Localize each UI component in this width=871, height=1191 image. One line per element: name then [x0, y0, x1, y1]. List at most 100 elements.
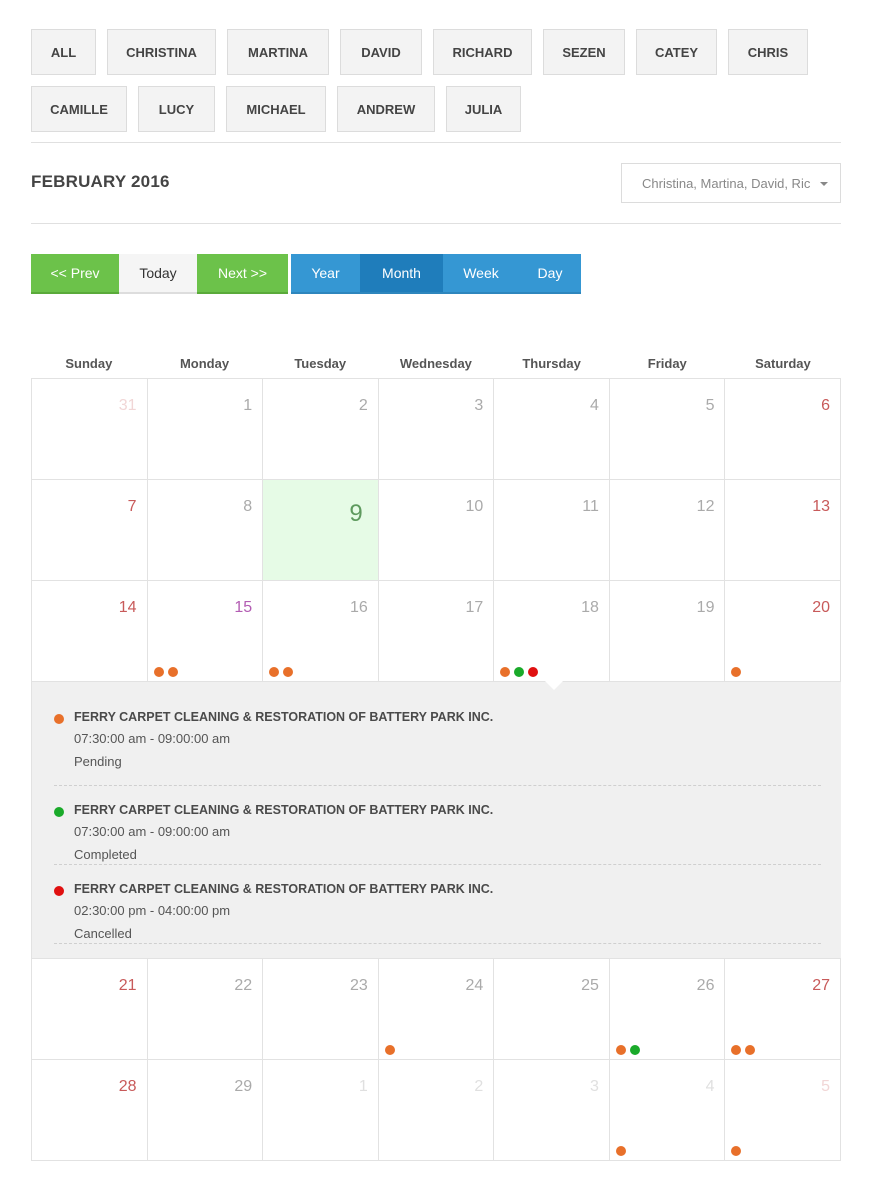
day-cell[interactable]: 2 [263, 379, 379, 480]
event-completed-dot[interactable] [629, 1045, 640, 1055]
day-number: 26 [696, 977, 715, 994]
day-cell[interactable]: 5 [725, 1060, 842, 1161]
calendar-week-row: 14 15 16 17 18 19 20 [32, 581, 842, 682]
day-cell-today[interactable]: 9 [263, 480, 379, 581]
day-cell[interactable]: 21 [32, 959, 148, 1060]
month-view-button[interactable]: Month [360, 254, 443, 294]
day-number: 19 [696, 599, 715, 616]
day-number: 23 [349, 977, 368, 994]
today-button[interactable]: Today [119, 254, 197, 294]
weekday-label-saturday: Saturday [755, 356, 811, 371]
next-button[interactable]: Next >> [197, 254, 288, 294]
event-dots [731, 667, 742, 677]
calendar-week-row: 21 22 23 24 25 26 27 [32, 959, 842, 1060]
event-title[interactable]: FERRY CARPET CLEANING & RESTORATION OF B… [74, 707, 821, 727]
staff-filter-all-button[interactable]: ALL [31, 29, 96, 75]
day-cell[interactable]: 3 [378, 379, 495, 480]
day-cell[interactable]: 29 [147, 1060, 264, 1161]
event-pending-dot[interactable] [615, 1146, 626, 1156]
staff-filter-michael-button[interactable]: MICHAEL [226, 86, 326, 132]
event-item[interactable]: FERRY CARPET CLEANING & RESTORATION OF B… [54, 786, 821, 865]
staff-filter-david-button[interactable]: DAVID [340, 29, 422, 75]
event-pending-dot[interactable] [153, 667, 164, 677]
day-cell[interactable]: 2 [378, 1060, 495, 1161]
event-pending-dot[interactable] [731, 667, 742, 677]
event-title[interactable]: FERRY CARPET CLEANING & RESTORATION OF B… [74, 879, 821, 899]
event-status: Cancelled [74, 926, 132, 941]
staff-filter-sezen-button[interactable]: SEZEN [543, 29, 625, 75]
day-cell[interactable]: 13 [725, 480, 842, 581]
day-cell[interactable]: 4 [609, 1060, 726, 1161]
week-view-button[interactable]: Week [443, 254, 519, 294]
day-cell[interactable]: 22 [147, 959, 264, 1060]
day-cell[interactable]: 6 [725, 379, 842, 480]
event-title[interactable]: FERRY CARPET CLEANING & RESTORATION OF B… [74, 800, 821, 820]
event-pending-dot[interactable] [731, 1045, 742, 1055]
day-cell[interactable]: 5 [609, 379, 726, 480]
event-pending-dot[interactable] [384, 1045, 395, 1055]
day-cell[interactable]: 19 [609, 581, 726, 682]
staff-filter-bar: ALL CHRISTINA MARTINA DAVID RICHARD SEZEN CATE… [31, 29, 841, 143]
day-cell[interactable]: 25 [494, 959, 610, 1060]
day-cell[interactable]: 28 [32, 1060, 148, 1161]
day-number: 9 [349, 500, 363, 527]
day-cell[interactable]: 14 [32, 581, 148, 682]
staff-filter-andrew-button[interactable]: ANDREW [337, 86, 435, 132]
staff-filter-martina-button[interactable]: MARTINA [227, 29, 329, 75]
weekday-label-thursday: Thursday [522, 356, 581, 371]
day-cell[interactable]: 1 [147, 379, 264, 480]
calendar-week-row: 7 8 9 10 11 12 13 [32, 480, 842, 581]
event-dots [153, 667, 178, 677]
day-cell[interactable]: 3 [494, 1060, 610, 1161]
staff-filter-chris-button[interactable]: CHRIS [728, 29, 808, 75]
staff-filter-camille-button[interactable]: CAMILLE [31, 86, 127, 132]
event-pending-dot[interactable] [745, 1045, 756, 1055]
day-cell[interactable]: 20 [725, 581, 842, 682]
staff-filter-christina-button[interactable]: CHRISTINA [107, 29, 216, 75]
day-cell[interactable]: 15 [147, 581, 264, 682]
staff-select-value: Christina, Martina, David, Ric [642, 175, 811, 191]
day-cell[interactable]: 31 [32, 379, 148, 480]
event-status-completed-dot [54, 807, 64, 817]
event-pending-dot[interactable] [615, 1045, 626, 1055]
day-cell[interactable]: 26 [609, 959, 726, 1060]
event-item[interactable]: FERRY CARPET CLEANING & RESTORATION OF B… [54, 707, 821, 786]
day-cell[interactable]: 16 [263, 581, 379, 682]
day-cell[interactable]: 12 [609, 480, 726, 581]
staff-select[interactable]: Christina, Martina, David, Ric [621, 163, 841, 203]
event-item[interactable]: FERRY CARPET CLEANING & RESTORATION OF B… [54, 865, 821, 944]
day-view-button[interactable]: Day [519, 254, 581, 294]
year-view-button[interactable]: Year [291, 254, 360, 294]
event-pending-dot[interactable] [283, 667, 294, 677]
staff-filter-lucy-button[interactable]: LUCY [138, 86, 215, 132]
day-cell[interactable]: 18 [494, 581, 610, 682]
staff-filter-catey-button[interactable]: CATEY [636, 29, 717, 75]
day-cell[interactable]: 27 [725, 959, 842, 1060]
day-cell[interactable]: 8 [147, 480, 264, 581]
day-cell[interactable]: 24 [378, 959, 495, 1060]
event-status-pending-dot [54, 714, 64, 724]
event-pending-dot[interactable] [269, 667, 280, 677]
day-cell[interactable]: 4 [494, 379, 610, 480]
day-number: 7 [127, 498, 137, 515]
day-number: 13 [812, 498, 831, 515]
day-cell[interactable]: 17 [378, 581, 495, 682]
day-cell[interactable]: 7 [32, 480, 148, 581]
event-completed-dot[interactable] [514, 667, 525, 677]
day-number: 16 [349, 599, 368, 616]
day-cell[interactable]: 1 [263, 1060, 379, 1161]
day-cell[interactable]: 10 [378, 480, 495, 581]
day-cell[interactable]: 23 [263, 959, 379, 1060]
staff-filter-julia-button[interactable]: JULIA [446, 86, 521, 132]
month-calendar-grid: 31 1 2 3 4 5 6 7 8 9 10 11 12 13 14 15 16 17 18 19 20 FERRY C… [31, 378, 842, 1161]
day-cell[interactable]: 11 [494, 480, 610, 581]
day-number: 21 [118, 977, 137, 994]
event-pending-dot[interactable] [500, 667, 511, 677]
staff-filter-richard-button[interactable]: RICHARD [433, 29, 532, 75]
event-time: 07:30:00 am - 09:00:00 am [74, 824, 231, 839]
weekday-label-friday: Friday [647, 356, 687, 371]
event-pending-dot[interactable] [731, 1146, 742, 1156]
event-cancelled-dot[interactable] [528, 667, 539, 677]
event-pending-dot[interactable] [167, 667, 178, 677]
prev-button[interactable]: << Prev [31, 254, 119, 294]
